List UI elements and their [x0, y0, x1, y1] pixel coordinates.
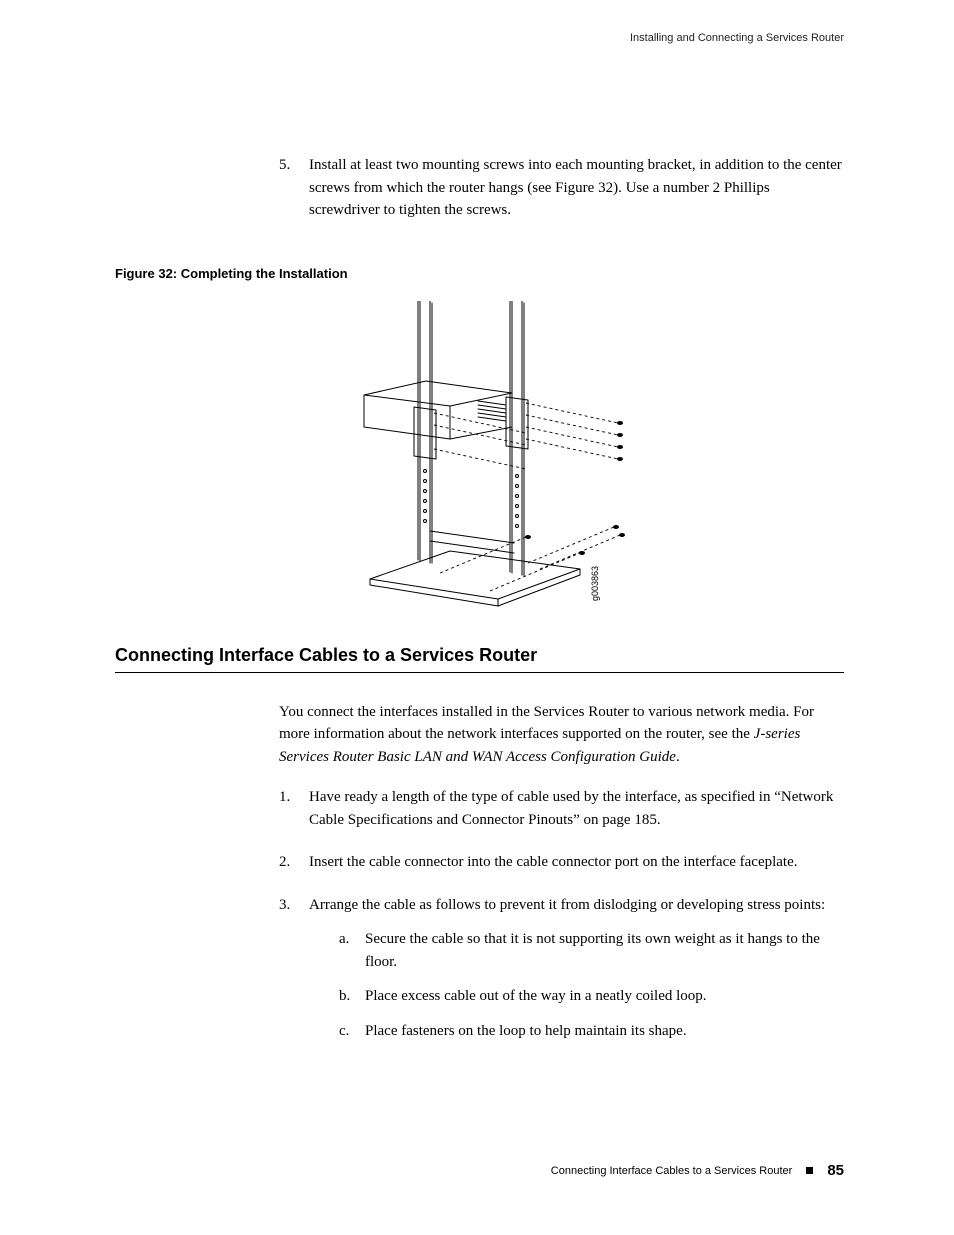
install-step-5: 5. Install at least two mounting screws … — [279, 154, 844, 222]
page-number: 85 — [827, 1162, 844, 1179]
document-page: Installing and Connecting a Services Rou… — [0, 0, 954, 1235]
connect-step-2: 2. Insert the cable connector into the c… — [279, 851, 844, 874]
step-text: Insert the cable connector into the cabl… — [309, 851, 798, 874]
rack-install-diagram: g003863 — [330, 301, 630, 611]
step-3-lead: Arrange the cable as follows to prevent … — [309, 897, 825, 913]
substep-marker: a. — [339, 928, 365, 973]
page-content: 5. Install at least two mounting screws … — [115, 154, 844, 1042]
page-footer: Connecting Interface Cables to a Service… — [551, 1162, 844, 1179]
step-number: 3. — [279, 894, 309, 1043]
intro-paragraph: You connect the interfaces installed in … — [279, 701, 844, 769]
substep-c: c. Place fasteners on the loop to help m… — [339, 1020, 844, 1043]
step-text: Install at least two mounting screws int… — [309, 154, 844, 222]
substep-text: Place fasteners on the loop to help main… — [365, 1020, 687, 1043]
connect-step-3: 3. Arrange the cable as follows to preve… — [279, 894, 844, 1043]
substep-text: Secure the cable so that it is not suppo… — [365, 928, 844, 973]
intro-prefix: You connect the interfaces installed in … — [279, 704, 814, 743]
step-text: Arrange the cable as follows to prevent … — [309, 894, 844, 1043]
section-heading: Connecting Interface Cables to a Service… — [115, 645, 844, 673]
step-text: Have ready a length of the type of cable… — [309, 786, 844, 831]
figure-32-illustration: g003863 — [115, 301, 844, 611]
figure-id-label: g003863 — [590, 565, 600, 600]
figure-caption: Figure 32: Completing the Installation — [115, 266, 844, 281]
substep-marker: c. — [339, 1020, 365, 1043]
step-number: 2. — [279, 851, 309, 874]
footer-bullet-icon — [806, 1167, 813, 1174]
footer-section-title: Connecting Interface Cables to a Service… — [551, 1165, 793, 1177]
substep-text: Place excess cable out of the way in a n… — [365, 985, 707, 1008]
intro-suffix: . — [676, 749, 680, 765]
substep-b: b. Place excess cable out of the way in … — [339, 985, 844, 1008]
running-header: Installing and Connecting a Services Rou… — [630, 32, 844, 44]
step-number: 1. — [279, 786, 309, 831]
connect-step-1: 1. Have ready a length of the type of ca… — [279, 786, 844, 831]
substep-a: a. Secure the cable so that it is not su… — [339, 928, 844, 973]
substep-marker: b. — [339, 985, 365, 1008]
step-number: 5. — [279, 154, 309, 222]
